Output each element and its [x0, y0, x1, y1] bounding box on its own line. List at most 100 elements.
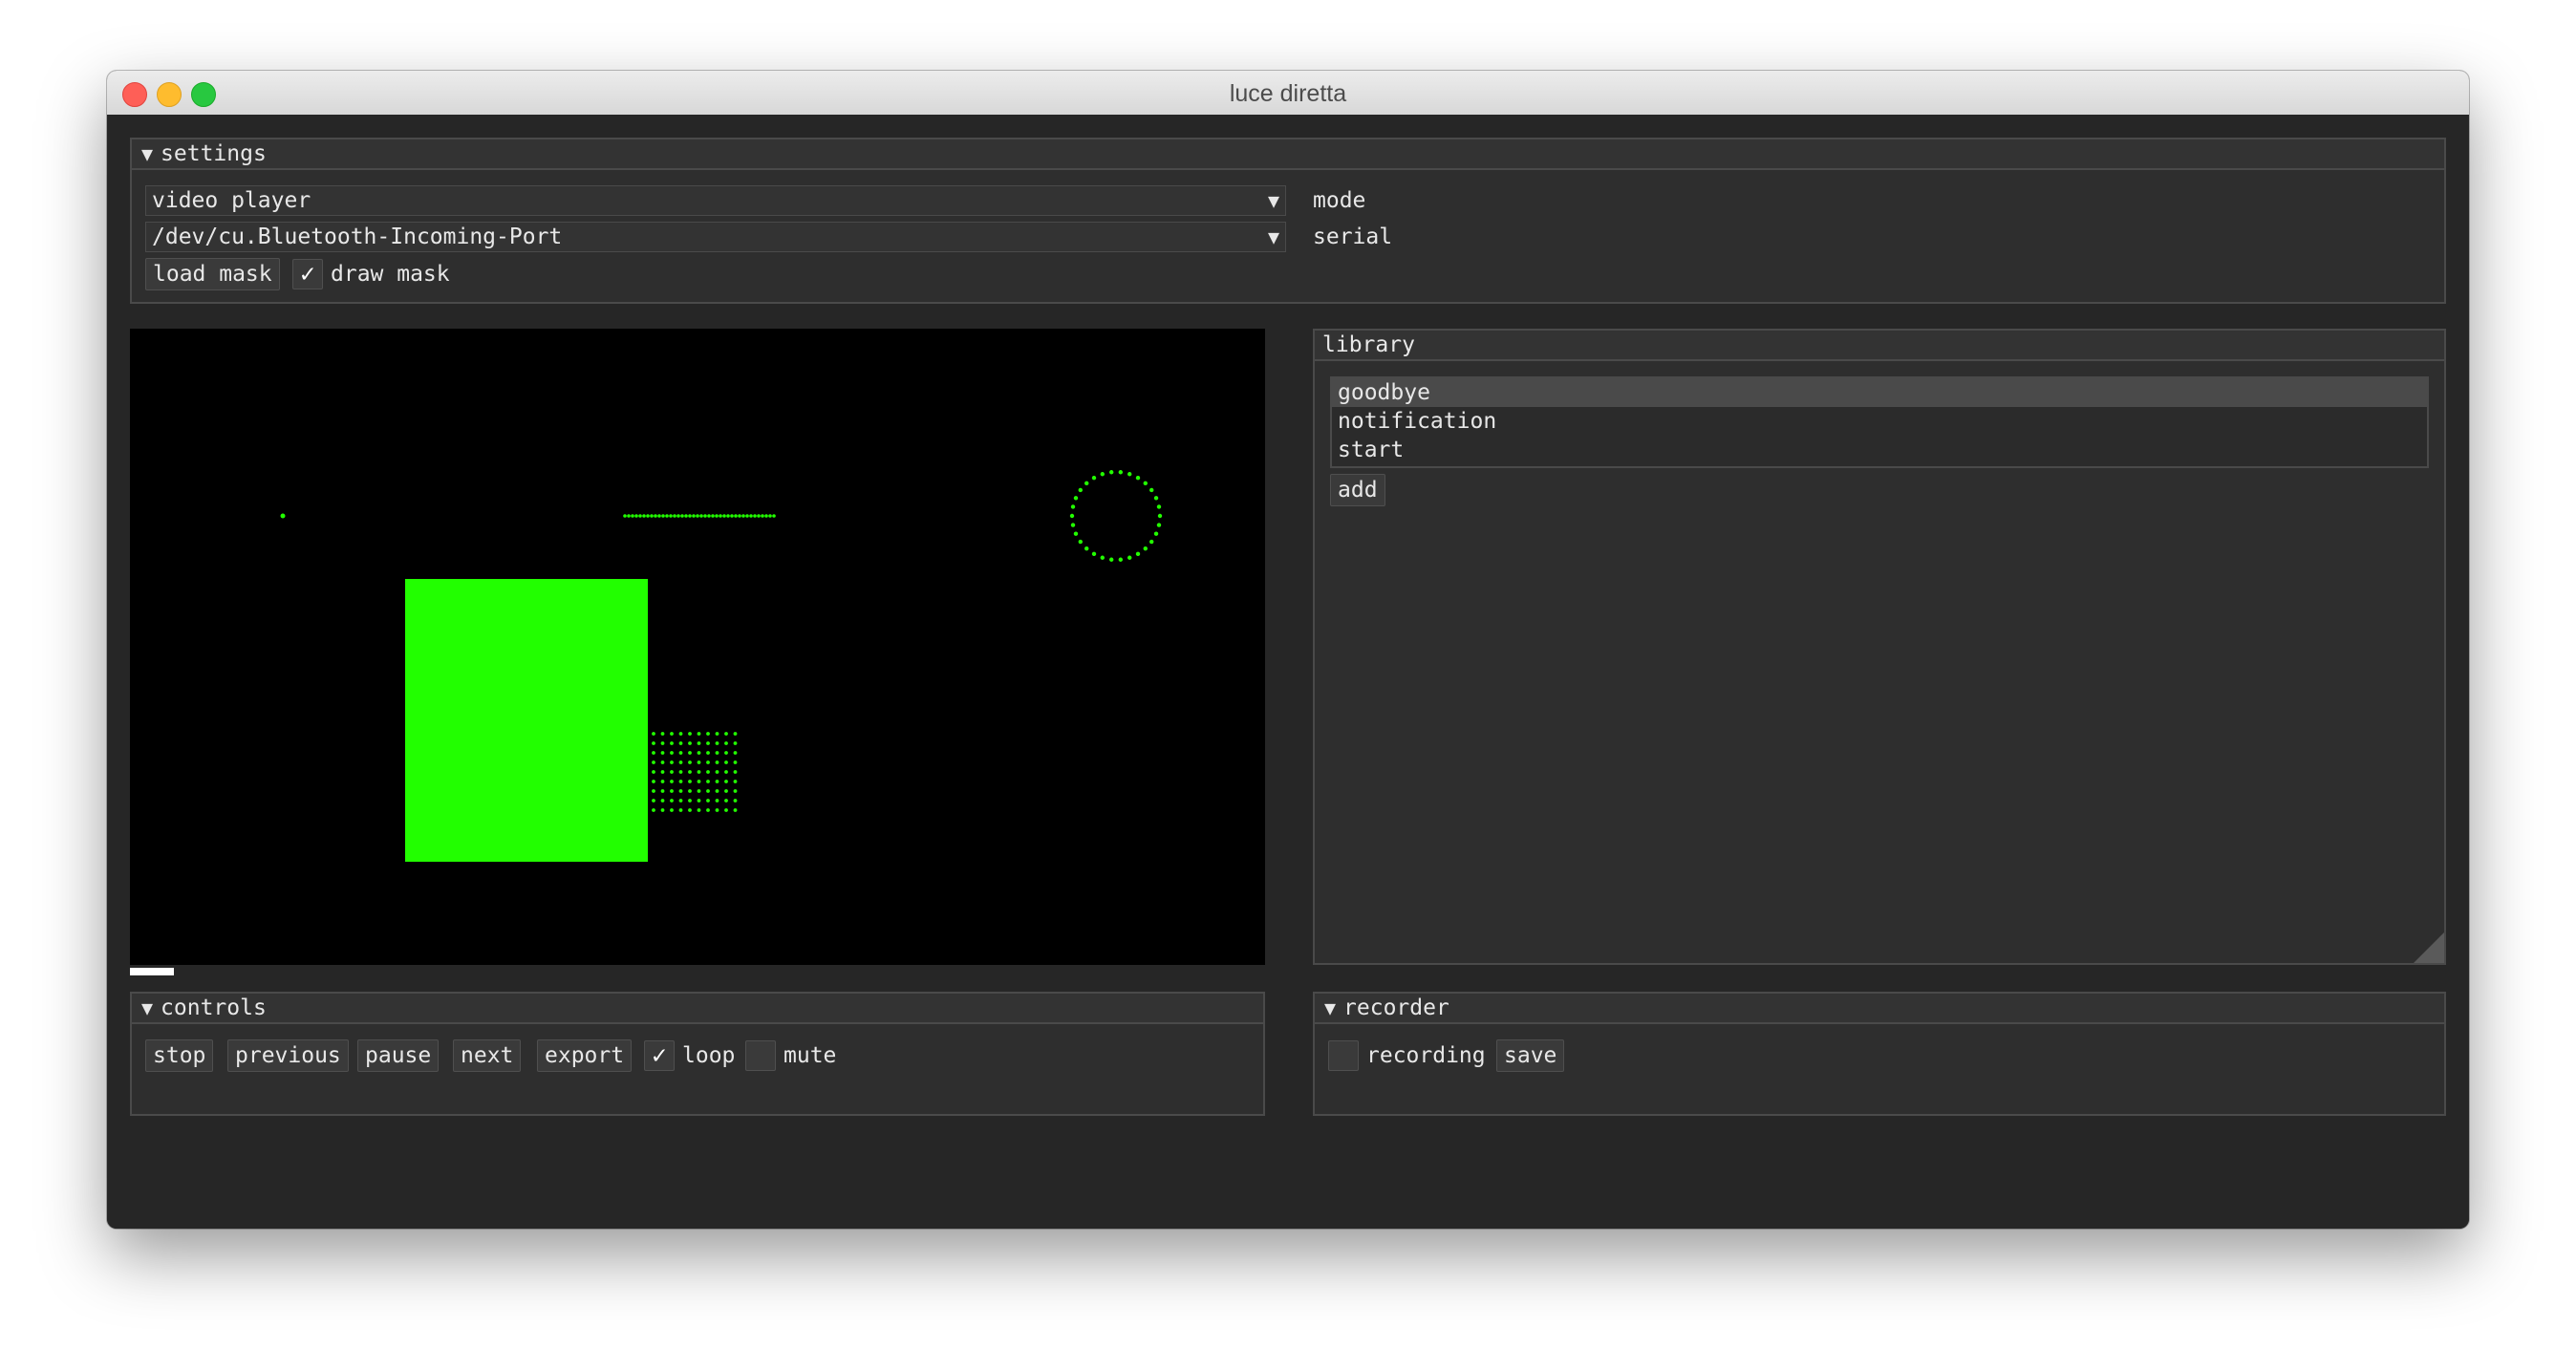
- led-dot: [678, 770, 683, 774]
- led-dot: [733, 770, 738, 774]
- led-dot: [1078, 487, 1083, 493]
- led-dot: [706, 808, 710, 812]
- led-dot: [673, 514, 676, 518]
- previous-button[interactable]: previous: [227, 1039, 349, 1072]
- led-ring: [1069, 470, 1163, 562]
- resize-grip-icon[interactable]: [2414, 932, 2444, 963]
- led-dot: [652, 799, 655, 803]
- led-dot: [1070, 523, 1076, 527]
- led-dot: [678, 751, 683, 755]
- led-dot: [724, 741, 728, 745]
- draw-mask-checkbox[interactable]: ✓: [292, 259, 323, 289]
- stop-button[interactable]: stop: [145, 1039, 214, 1072]
- led-dot: [660, 799, 665, 803]
- led-dot: [722, 514, 726, 518]
- led-dot: [1118, 557, 1124, 562]
- mode-combo[interactable]: video player ▼: [145, 185, 1286, 216]
- led-dot: [670, 789, 674, 793]
- recording-label: recording: [1366, 1043, 1486, 1068]
- mute-checkbox[interactable]: [745, 1040, 776, 1071]
- settings-panel: ▼ settings video player ▼ mode /dev/cu.B…: [130, 138, 2446, 304]
- led-dot: [646, 514, 650, 518]
- led-dot: [652, 770, 655, 774]
- led-dot: [697, 760, 701, 764]
- led-dot: [715, 799, 719, 803]
- led-dot: [670, 732, 674, 736]
- triangle-down-icon: ▼: [141, 996, 154, 1019]
- library-item[interactable]: start: [1332, 436, 2427, 464]
- recording-checkbox[interactable]: [1328, 1040, 1359, 1071]
- led-dot: [678, 732, 683, 736]
- led-dot: [697, 789, 701, 793]
- add-button[interactable]: add: [1330, 474, 1385, 506]
- controls-header[interactable]: ▼ controls: [132, 994, 1263, 1024]
- serial-combo[interactable]: /dev/cu.Bluetooth-Incoming-Port ▼: [145, 222, 1286, 252]
- save-button[interactable]: save: [1496, 1039, 1565, 1072]
- led-dot: [772, 514, 776, 518]
- next-button[interactable]: next: [453, 1039, 522, 1072]
- led-dot: [280, 513, 286, 519]
- led-dot: [678, 789, 683, 793]
- led-dot: [678, 799, 683, 803]
- serial-value: /dev/cu.Bluetooth-Incoming-Port: [152, 225, 563, 249]
- settings-header[interactable]: ▼ settings: [132, 139, 2444, 170]
- led-dot: [706, 751, 710, 755]
- led-dot: [1156, 523, 1162, 527]
- led-dot: [724, 751, 728, 755]
- led-dot: [1084, 546, 1089, 551]
- dropdown-arrow-icon: ▼: [1267, 189, 1279, 212]
- led-dot: [764, 514, 768, 518]
- led-dot: [684, 514, 688, 518]
- library-title: library: [1322, 332, 1415, 357]
- led-dot: [660, 751, 665, 755]
- export-button[interactable]: export: [537, 1039, 633, 1072]
- led-dot: [715, 770, 719, 774]
- led-dot: [696, 514, 699, 518]
- led-dot: [688, 799, 692, 803]
- led-dot: [697, 732, 701, 736]
- playback-progress-bar[interactable]: [130, 968, 174, 975]
- loop-label: loop: [682, 1043, 736, 1068]
- led-dot: [768, 514, 772, 518]
- led-dot: [652, 732, 655, 736]
- triangle-down-icon: ▼: [1324, 996, 1337, 1019]
- led-dot: [688, 760, 692, 764]
- title-bar: luce diretta: [107, 71, 2469, 116]
- loop-checkbox[interactable]: ✓: [644, 1040, 675, 1071]
- led-dot: [697, 780, 701, 783]
- led-dot: [688, 514, 692, 518]
- led-dot: [733, 751, 738, 755]
- led-dot: [634, 514, 638, 518]
- led-dot: [1149, 539, 1154, 545]
- library-item[interactable]: notification: [1332, 407, 2427, 436]
- recorder-panel: ▼ recorder recording save: [1313, 992, 2446, 1116]
- led-dot: [670, 770, 674, 774]
- led-dot: [660, 780, 665, 783]
- led-dot: [660, 732, 665, 736]
- led-dot: [733, 799, 738, 803]
- pause-button[interactable]: pause: [357, 1039, 440, 1072]
- mute-label: mute: [784, 1043, 837, 1068]
- led-dot: [688, 789, 692, 793]
- led-dot: [660, 760, 665, 764]
- led-dot: [1108, 470, 1114, 475]
- led-dot: [697, 770, 701, 774]
- mode-value: video player: [152, 188, 311, 213]
- led-dot: [715, 514, 719, 518]
- library-item[interactable]: goodbye: [1332, 378, 2427, 407]
- led-dot: [707, 514, 711, 518]
- led-dot: [1100, 555, 1105, 560]
- led-dot: [1108, 557, 1114, 562]
- led-dot: [1135, 551, 1141, 557]
- led-dot: [730, 514, 734, 518]
- led-dot: [688, 808, 692, 812]
- led-dot: [733, 808, 738, 812]
- load-mask-button[interactable]: load mask: [145, 258, 280, 290]
- led-dot: [688, 732, 692, 736]
- checkmark-icon: ✓: [652, 1041, 667, 1070]
- led-dot: [676, 514, 680, 518]
- recorder-header[interactable]: ▼ recorder: [1315, 994, 2444, 1024]
- library-list[interactable]: goodbye notification start: [1330, 376, 2429, 468]
- led-dot: [703, 514, 707, 518]
- led-preview-svg: [280, 470, 1163, 862]
